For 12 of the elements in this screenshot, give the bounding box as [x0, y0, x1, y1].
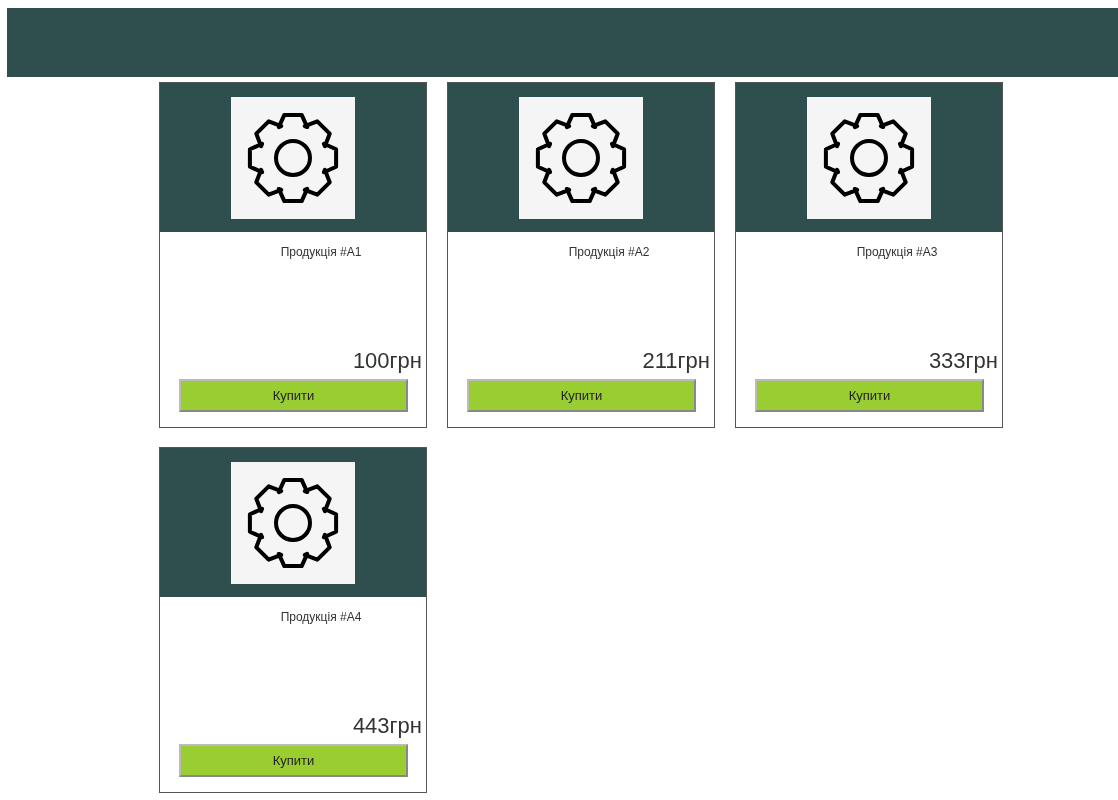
- product-price: 333грн: [927, 348, 999, 373]
- product-price: 211грн: [641, 348, 711, 373]
- product-title: Продукція #A4: [279, 609, 363, 626]
- buy-button[interactable]: Купити: [755, 379, 984, 412]
- product-title: Продукція #A3: [855, 244, 939, 261]
- product-title: Продукція #A2: [567, 244, 651, 261]
- buy-button[interactable]: Купити: [467, 379, 696, 412]
- product-price: 100грн: [351, 348, 423, 373]
- product-price: 443грн: [351, 713, 423, 738]
- buy-button[interactable]: Купити: [179, 379, 408, 412]
- buy-button[interactable]: Купити: [179, 744, 408, 777]
- product-title: Продукція #A1: [279, 244, 363, 261]
